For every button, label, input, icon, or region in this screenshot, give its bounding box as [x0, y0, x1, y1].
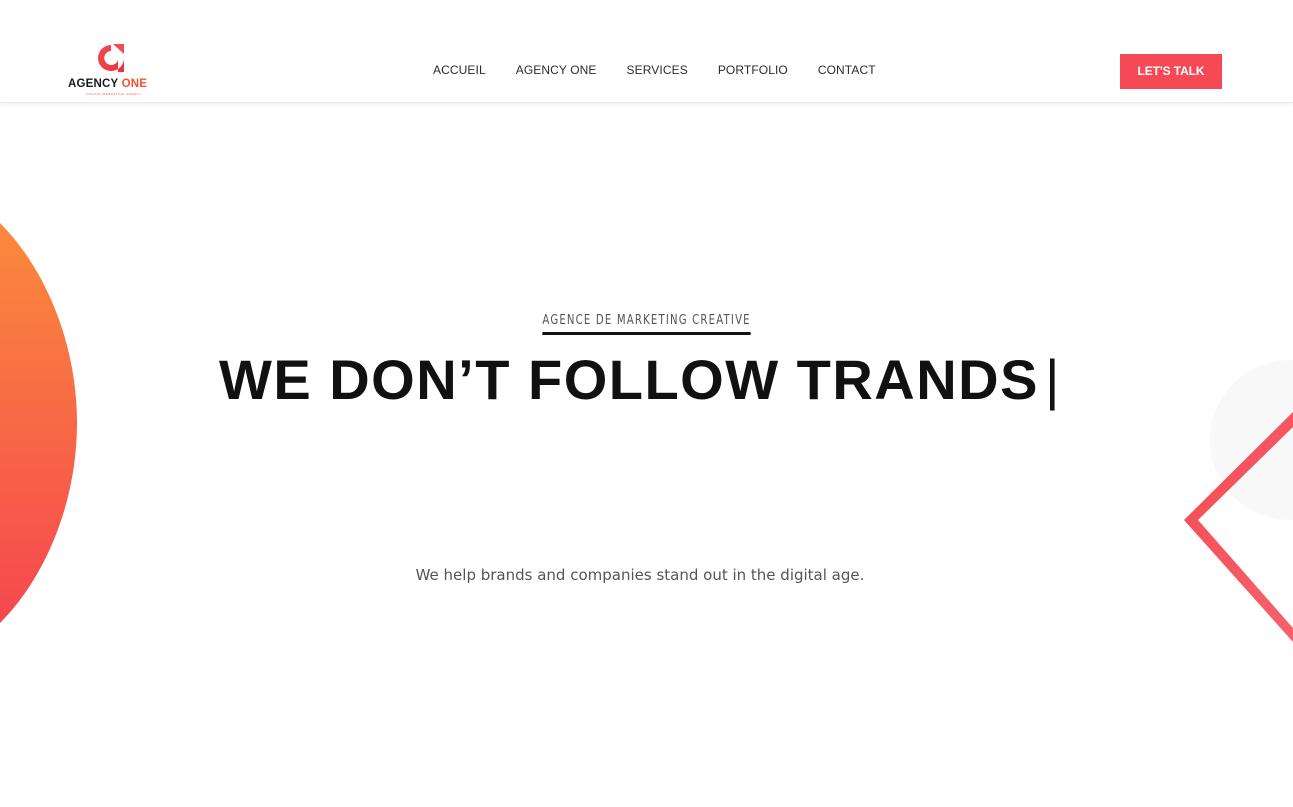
- nav-item-contact[interactable]: CONTACT: [818, 61, 876, 79]
- main-nav: ACCUEIL AGENCY ONE SERVICES PORTFOLIO CO…: [433, 61, 876, 79]
- logo-name-part2: ONE: [121, 78, 148, 90]
- page: AGENCY ONE DIGITAL MARKETING AGENCY ACCU…: [0, 0, 1293, 807]
- logo-mark-icon: [98, 44, 124, 72]
- hero-headline-text: WE DON’T FOLLOW TRANDS: [218, 348, 1039, 411]
- logo-tagline: DIGITAL MARKETING AGENCY: [86, 93, 142, 95]
- nav-item-accueil[interactable]: ACCUEIL: [433, 61, 486, 79]
- hero-subtitle: We help brands and companies stand out i…: [415, 566, 865, 584]
- hero-eyebrow: AGENCE DE MARKETING CREATIVE: [542, 313, 751, 335]
- nav-item-agency-one[interactable]: AGENCY ONE: [516, 61, 597, 79]
- logo-text: AGENCY ONE: [68, 78, 158, 90]
- nav-item-services[interactable]: SERVICES: [627, 61, 688, 79]
- site-header: AGENCY ONE DIGITAL MARKETING AGENCY ACCU…: [0, 0, 1293, 103]
- hero-headline: WE DON’T FOLLOW TRANDS |: [0, 348, 1280, 412]
- typing-cursor: |: [1044, 348, 1062, 411]
- hero-section: AGENCE DE MARKETING CREATIVE WE DON’T FO…: [0, 103, 1293, 807]
- logo-name-part1: AGENCY: [68, 78, 119, 90]
- lets-talk-button[interactable]: LET'S TALK: [1120, 54, 1222, 89]
- eyebrow-wrapper: AGENCE DE MARKETING CREATIVE: [0, 311, 1293, 335]
- nav-item-portfolio[interactable]: PORTFOLIO: [718, 61, 788, 79]
- agency-one-logo[interactable]: AGENCY ONE DIGITAL MARKETING AGENCY: [68, 42, 158, 98]
